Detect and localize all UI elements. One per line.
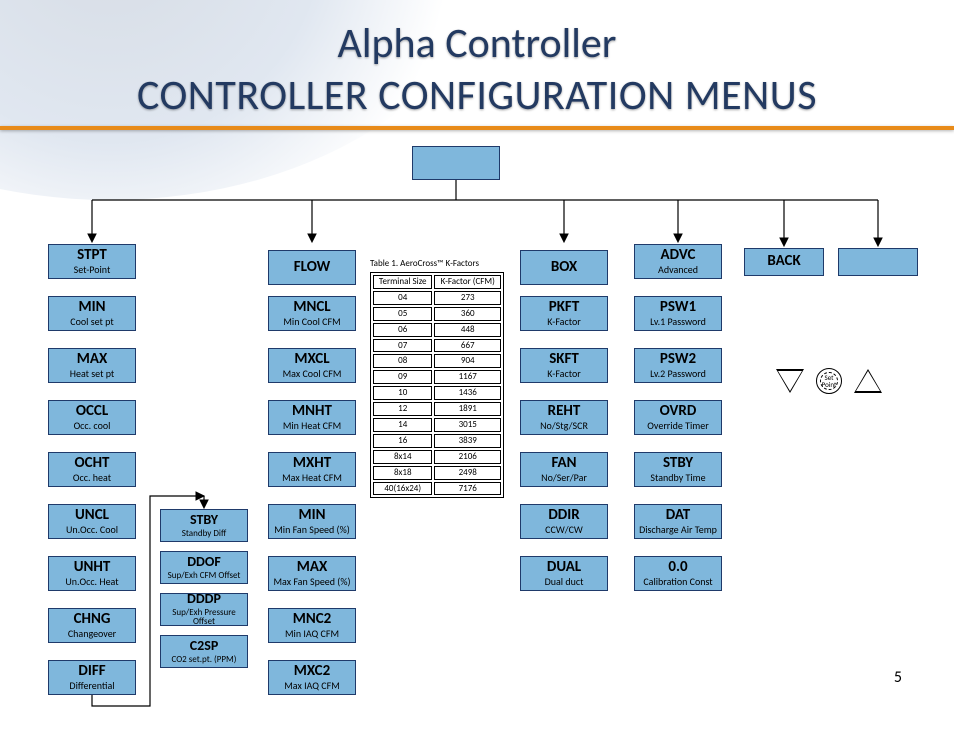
menu-psw2[interactable]: PSW2Lv.2 Password [634,348,722,383]
menu-back[interactable]: BACK [744,248,824,276]
menu-min-fanspeed[interactable]: MINMin Fan Speed (%) [268,504,356,539]
label: BACK [767,254,800,270]
table-row: 06448 [373,323,501,337]
menu-max-fanspeed[interactable]: MAXMax Fan Speed (%) [268,556,356,591]
menu-blank[interactable] [838,248,918,276]
menu-root [412,146,500,180]
kfactor-table: Terminal Size K-Factor (CFM) 04273053600… [370,272,504,498]
menu-stby-diff[interactable]: STBYStandby Diff [160,509,248,542]
menu-advc[interactable]: ADVC Advanced [634,244,722,279]
diagram-canvas: STPT Set-Point FLOW BOX ADVC Advanced BA… [0,126,954,731]
menu-diff[interactable]: DIFFDifferential [48,660,136,695]
table-row: 07667 [373,339,501,353]
kfactor-caption: Table 1. AeroCross™ K-Factors [370,258,479,269]
menu-ddir[interactable]: DDIRCCW/CW [520,504,608,539]
menu-uncl[interactable]: UNCLUn.Occ. Cool [48,504,136,539]
menu-dual[interactable]: DUALDual duct [520,556,608,591]
desc: Advanced [658,265,698,276]
label: BOX [551,260,577,276]
table-row: 143015 [373,418,501,432]
table-row: 163839 [373,434,501,448]
down-triangle-icon [776,369,804,393]
menu-chng[interactable]: CHNGChangeover [48,608,136,643]
table-row: 101436 [373,386,501,400]
setpoint-dial-icon: Set Point [816,368,842,394]
menu-unht[interactable]: UNHTUn.Occ. Heat [48,556,136,591]
menu-max-heat[interactable]: MAXHeat set pt [48,348,136,383]
table-row: 8x182498 [373,466,501,480]
menu-min-cool[interactable]: MINCool set pt [48,296,136,331]
menu-flow[interactable]: FLOW [268,250,356,285]
menu-skft[interactable]: SKFTK-Factor [520,348,608,383]
menu-occl[interactable]: OCCLOcc. cool [48,400,136,435]
menu-mxht[interactable]: MXHTMax Heat CFM [268,452,356,487]
menu-dddp[interactable]: DDDPSup/Exh Pressure Offset [160,593,248,626]
menu-mxcl[interactable]: MXCLMax Cool CFM [268,348,356,383]
menu-c2sp[interactable]: C2SPCO2 set.pt. (PPM) [160,635,248,668]
menu-dat[interactable]: DATDischarge Air Temp [634,504,722,539]
table-row: 091167 [373,370,501,384]
table-row: 08904 [373,354,501,368]
desc: Set-Point [74,265,111,276]
menu-reht[interactable]: REHTNo/Stg/SCR [520,400,608,435]
table-row: 04273 [373,291,501,305]
menu-box[interactable]: BOX [520,250,608,285]
up-triangle-icon [854,369,882,393]
menu-ddof[interactable]: DDOFSup/Exh CFM Offset [160,551,248,584]
menu-mxc2[interactable]: MXC2Max IAQ CFM [268,660,356,695]
menu-ocht[interactable]: OCHTOcc. heat [48,452,136,487]
table-row: 40(16x24)7176 [373,482,501,496]
menu-psw1[interactable]: PSW1Lv.1 Password [634,296,722,331]
slide-number: 5 [894,668,902,687]
menu-mnc2[interactable]: MNC2Min IAQ CFM [268,608,356,643]
thermostat-symbols: Set Point [776,368,882,394]
menu-mncl[interactable]: MNCLMin Cool CFM [268,296,356,331]
slide-subtitle: CONTROLLER CONFIGURATION MENUS [0,70,954,121]
menu-stby-time[interactable]: STBYStandby Time [634,452,722,487]
menu-ovrd[interactable]: OVRDOverride Timer [634,400,722,435]
slide-title: Alpha Controller [0,18,954,69]
label: FLOW [294,260,331,276]
menu-calib[interactable]: 0.0Calibration Const [634,556,722,591]
table-row: 05360 [373,307,501,321]
menu-mnht[interactable]: MNHTMin Heat CFM [268,400,356,435]
menu-pkft[interactable]: PKFTK-Factor [520,296,608,331]
label: STPT [77,248,107,264]
menu-fan[interactable]: FANNo/Ser/Par [520,452,608,487]
table-row: 8x142106 [373,450,501,464]
menu-stpt[interactable]: STPT Set-Point [48,244,136,279]
table-row: 121891 [373,402,501,416]
label: ADVC [661,248,696,264]
